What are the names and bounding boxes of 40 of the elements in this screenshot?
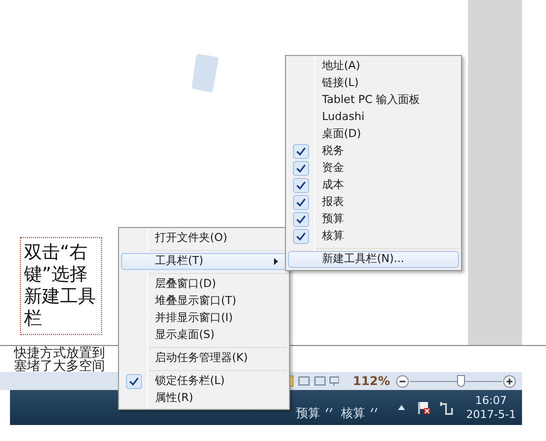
menu-item[interactable]: 属性(R) [121, 390, 287, 407]
annotation-text: 双击“右键”选择新建工具栏 [24, 242, 97, 330]
taskbar-toolbar[interactable]: 预算 [296, 407, 320, 420]
flag-icon[interactable] [417, 400, 431, 414]
zoom-in-icon[interactable] [503, 374, 516, 388]
chevron-icon[interactable] [370, 407, 378, 413]
clock-time[interactable]: 16:07 [475, 394, 507, 408]
menu-item[interactable]: 显示桌面(S) [121, 327, 287, 344]
menu-item[interactable]: 税务 [288, 143, 459, 160]
menu-item[interactable]: 锁定任务栏(L) [121, 373, 287, 390]
menu-item[interactable]: 报表 [288, 194, 459, 211]
taskbar-toolbar[interactable]: 核算 [341, 407, 365, 420]
slider-thumb[interactable] [456, 375, 465, 387]
tray-up-arrow-icon[interactable] [398, 405, 405, 410]
menu-item[interactable]: Ludashi [288, 109, 459, 126]
zoom-slider[interactable] [410, 375, 502, 387]
tablet-shape-icon [190, 52, 220, 94]
zoom-percent: 112% [352, 373, 390, 390]
menu-item[interactable]: 层叠窗口(D) [121, 276, 287, 293]
document-text: 塞堵了大多空间 [14, 360, 105, 373]
document-text: 快捷方式放置到 [14, 347, 105, 360]
menu-item[interactable]: Tablet PC 输入面板 [288, 92, 459, 109]
menu-item[interactable]: 资金 [288, 160, 459, 177]
clock-date[interactable]: 2017-5-1 [466, 408, 516, 422]
menu-item[interactable]: 工具栏(T) [121, 253, 287, 270]
menu-item[interactable]: 预算 [288, 211, 459, 228]
menu-item[interactable]: 启动任务管理器(K) [121, 350, 287, 367]
menu-item[interactable]: 核算 [288, 228, 459, 245]
menu-item[interactable]: 并排显示窗口(I) [121, 310, 287, 327]
submenu-arrow-icon [274, 258, 278, 265]
menu-item[interactable]: 地址(A) [288, 58, 459, 75]
zoom-out-icon[interactable] [396, 374, 409, 388]
menu-item[interactable]: 堆叠显示窗口(T) [121, 293, 287, 310]
network-icon[interactable] [439, 400, 453, 414]
chevron-icon[interactable] [325, 407, 333, 413]
menu-item[interactable]: 桌面(D) [288, 126, 459, 143]
menu-item[interactable]: 打开文件夹(O) [121, 230, 287, 247]
menu-item[interactable]: 新建工具栏(N)... [288, 251, 459, 268]
menu-item[interactable]: 成本 [288, 177, 459, 194]
menu-item[interactable]: 链接(L) [288, 75, 459, 92]
